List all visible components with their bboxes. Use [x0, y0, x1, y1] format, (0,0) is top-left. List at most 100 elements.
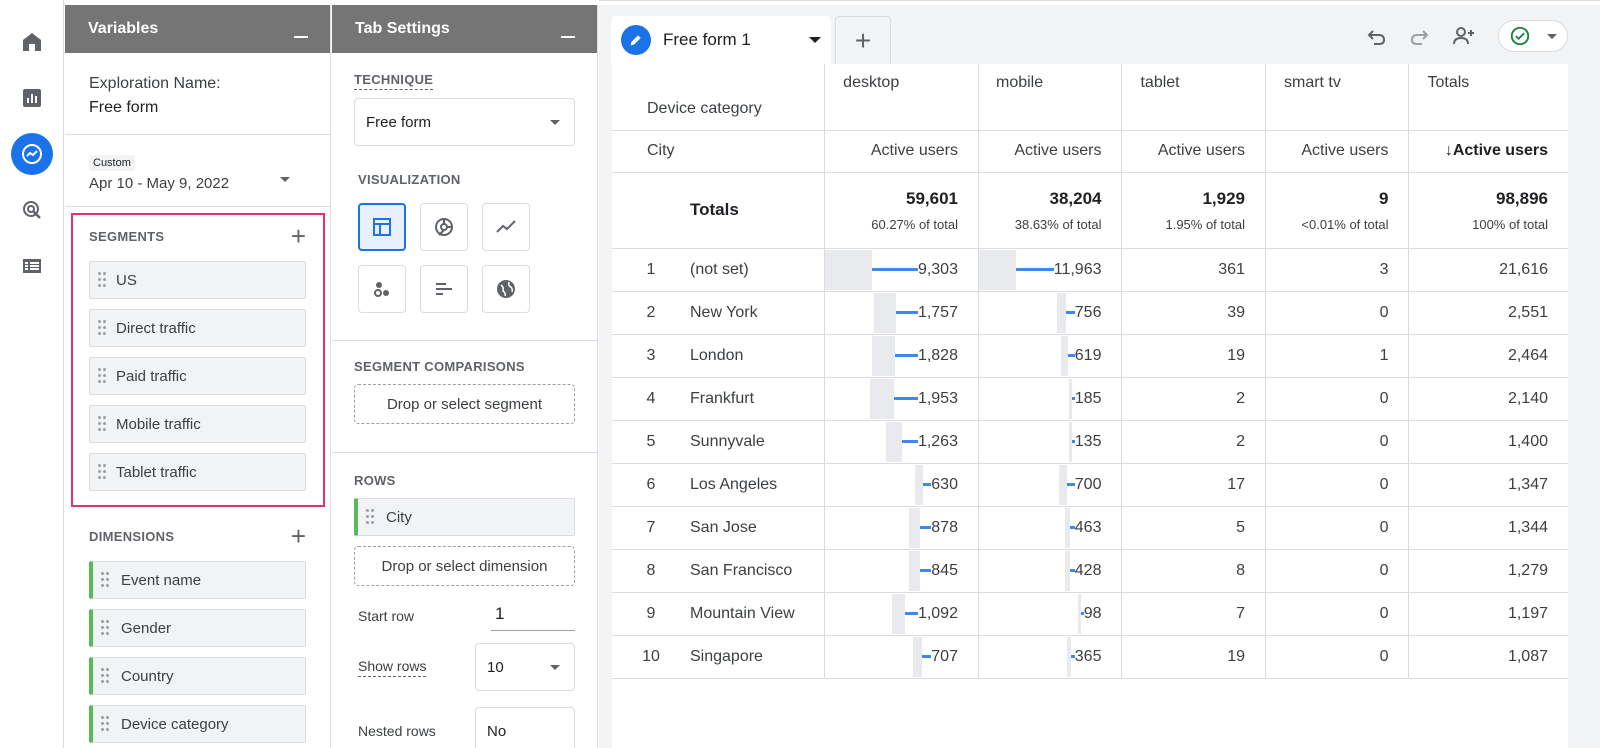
metric-header-row: City Active users Active users Active us… [612, 130, 1568, 173]
column-header[interactable]: smart tv [1264, 64, 1409, 131]
segment-drop-zone[interactable]: Drop or select segment [354, 384, 575, 424]
segment-chip[interactable]: Mobile traffic [89, 405, 306, 443]
add-dimension-icon[interactable]: + [291, 523, 306, 549]
rows-item-city[interactable]: City [354, 498, 575, 536]
cell-value: 17 [1227, 475, 1245, 493]
drag-handle-icon[interactable] [101, 620, 111, 638]
drag-handle-icon[interactable] [98, 272, 108, 290]
chevron-down-icon[interactable] [550, 664, 560, 670]
totals-percent: 60.27% of total [871, 216, 958, 232]
column-header[interactable]: desktop [824, 64, 979, 131]
metric-header[interactable]: Active users [1121, 130, 1266, 173]
drag-handle-icon[interactable] [366, 509, 376, 527]
explore-icon[interactable] [11, 133, 53, 175]
table-row[interactable]: 5 Sunnyvale 1,263 135 2 0 1,400 [612, 420, 1568, 464]
configure-icon[interactable] [11, 245, 53, 287]
undo-icon[interactable] [1356, 18, 1396, 54]
technique-select[interactable]: Free form [354, 98, 575, 146]
segment-chip[interactable]: US [89, 261, 306, 299]
dimension-chip[interactable]: Country [89, 657, 306, 695]
segment-chip[interactable]: Tablet traffic [89, 453, 306, 491]
line-viz-button[interactable] [482, 203, 530, 251]
cell-value: 5 [1236, 518, 1245, 536]
drag-handle-icon[interactable] [101, 716, 111, 734]
pivot-header-row: Device category desktop mobile tablet sm… [612, 64, 1568, 131]
segment-label: Tablet traffic [116, 463, 197, 481]
column-header[interactable]: mobile [977, 64, 1122, 131]
value-bar-underline [920, 526, 932, 529]
column-header[interactable]: tablet [1121, 64, 1266, 131]
value-cell: 21,616 [1408, 248, 1568, 292]
bar-viz-button[interactable] [420, 265, 468, 313]
value-bar [1056, 292, 1066, 333]
date-range-picker[interactable]: Custom Apr 10 - May 9, 2022 [65, 135, 330, 207]
drag-handle-icon[interactable] [101, 572, 111, 590]
table-row[interactable]: 9 Mountain View 1,092 98 7 0 1,197 [612, 592, 1568, 636]
table-viz-button[interactable] [358, 203, 406, 251]
scatter-viz-button[interactable] [358, 265, 406, 313]
start-row-input[interactable]: 1 [491, 600, 575, 631]
sorted-metric-header[interactable]: ↓Active users [1408, 130, 1568, 173]
dimension-chip[interactable]: Gender [89, 609, 306, 647]
dimension-label: Event name [121, 571, 202, 589]
cell-value: 1,279 [1507, 561, 1548, 579]
nested-rows-select[interactable]: No [475, 707, 575, 748]
home-icon[interactable] [11, 21, 53, 63]
segment-chip[interactable]: Paid traffic [89, 357, 306, 395]
pencil-icon[interactable] [621, 25, 651, 55]
row-dimension-label: City [612, 130, 825, 173]
chevron-down-icon[interactable] [550, 119, 560, 125]
redo-icon[interactable] [1400, 18, 1440, 54]
cell-value: 2,140 [1507, 389, 1548, 407]
reports-icon[interactable] [11, 77, 53, 119]
date-range-value[interactable]: Apr 10 - May 9, 2022 [89, 175, 306, 192]
table-row[interactable]: 8 San Francisco 845 428 8 0 1,279 [612, 549, 1568, 593]
column-header[interactable]: Totals [1408, 64, 1568, 131]
segment-chip[interactable]: Direct traffic [89, 309, 306, 347]
donut-viz-button[interactable] [420, 203, 468, 251]
totals-value: 9 [1379, 188, 1389, 208]
minimize-icon[interactable] [561, 36, 575, 38]
visualization-label: VISUALIZATION [358, 172, 461, 187]
metric-header[interactable]: Active users [824, 130, 979, 173]
value-cell: 428 [977, 549, 1122, 593]
advertising-icon[interactable] [11, 189, 53, 231]
add-tab-button[interactable]: + [835, 16, 891, 64]
table-row[interactable]: 4 Frankfurt 1,953 185 2 0 2,140 [612, 377, 1568, 421]
drag-handle-icon[interactable] [98, 416, 108, 434]
tab-free-form-1[interactable]: Free form 1 [611, 16, 831, 64]
geo-viz-button[interactable] [482, 265, 530, 313]
nested-rows-label: Nested rows [358, 723, 436, 739]
table-row[interactable]: 7 San Jose 878 463 5 0 1,344 [612, 506, 1568, 550]
value-bar-underline [1066, 483, 1075, 486]
toolbar [1352, 18, 1568, 54]
table-row[interactable]: 3 London 1,828 619 19 1 2,464 [612, 334, 1568, 378]
share-user-icon[interactable] [1444, 18, 1484, 54]
row-label-cell: 6 Los Angeles [612, 463, 825, 507]
table-row[interactable]: 1 (not set) 9,303 11,963 361 3 21,616 [612, 248, 1568, 292]
drag-handle-icon[interactable] [101, 668, 111, 686]
chevron-down-icon[interactable] [1547, 33, 1557, 39]
metric-header[interactable]: Active users [1264, 130, 1409, 173]
value-bar [869, 378, 894, 419]
add-segment-icon[interactable]: + [291, 223, 306, 249]
dimension-drop-zone[interactable]: Drop or select dimension [354, 546, 575, 586]
table-row[interactable]: 10 Singapore 707 365 19 0 1,087 [612, 635, 1568, 679]
show-rows-value: 10 [487, 658, 504, 676]
show-rows-select[interactable]: 10 [475, 643, 575, 691]
drag-handle-icon[interactable] [98, 464, 108, 482]
value-bar [885, 421, 902, 462]
drag-handle-icon[interactable] [98, 320, 108, 338]
dimension-chip[interactable]: Event name [89, 561, 306, 599]
status-dropdown[interactable] [1498, 20, 1568, 52]
minimize-icon[interactable] [294, 36, 308, 38]
chevron-down-icon[interactable] [809, 37, 821, 43]
value-cell: 1,828 [824, 334, 979, 378]
table-row[interactable]: 6 Los Angeles 630 700 17 0 1,347 [612, 463, 1568, 507]
dimension-chip[interactable]: Device category [89, 705, 306, 743]
drag-handle-icon[interactable] [98, 368, 108, 386]
chevron-down-icon[interactable] [280, 177, 290, 182]
exploration-name-input[interactable]: Free form [89, 99, 306, 117]
table-row[interactable]: 2 New York 1,757 756 39 0 2,551 [612, 291, 1568, 335]
metric-header[interactable]: Active users [977, 130, 1122, 173]
